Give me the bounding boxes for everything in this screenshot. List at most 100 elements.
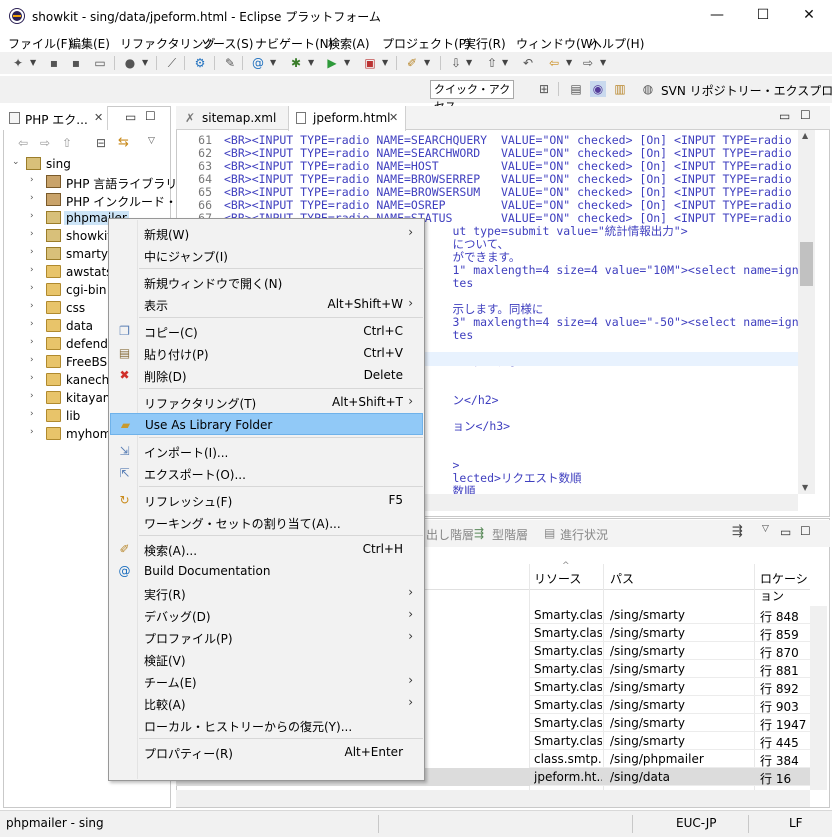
chevron-right-icon[interactable]: › [30, 211, 34, 221]
resource-perspective-icon[interactable]: ▥ [612, 81, 628, 97]
chevron-right-icon[interactable]: › [30, 427, 34, 437]
context-menu-item-26[interactable]: 比較(A) › [110, 692, 423, 714]
tab-call-hierarchy[interactable]: 出し階層 [426, 526, 474, 543]
chevron-right-icon[interactable]: › [30, 391, 34, 401]
prev-annotation-icon[interactable]: ⇧ [484, 55, 500, 71]
menu-edit[interactable]: 編集(E) [69, 35, 110, 52]
chevron-right-icon[interactable]: › [30, 373, 34, 383]
next-annotation-icon[interactable]: ⇩ [448, 55, 464, 71]
context-menu-item-0[interactable]: 新規(W) › [110, 222, 423, 244]
results-horizontal-scrollbar[interactable] [176, 790, 810, 807]
context-menu-item-24[interactable]: 検証(V) [110, 648, 423, 670]
chevron-down-icon[interactable]: ▼ [270, 55, 276, 71]
chevron-down-icon[interactable]: ▼ [802, 483, 808, 492]
chevron-right-icon[interactable]: › [30, 355, 34, 365]
minimize-view-icon[interactable]: ▭ [779, 109, 790, 123]
chevron-right-icon[interactable]: › [30, 175, 34, 185]
context-menu-item-14[interactable]: ⇱ エクスポート(O)... [110, 462, 423, 484]
tab-progress[interactable]: 進行状況 [560, 526, 608, 543]
chevron-down-icon[interactable]: ▼ [308, 55, 314, 71]
minimize-view-icon[interactable]: ▭ [780, 525, 791, 539]
menu-file[interactable]: ファイル(F) [8, 35, 72, 52]
close-icon[interactable]: ✕ [94, 111, 103, 124]
last-edit-icon[interactable]: ↶ [520, 55, 536, 71]
chevron-up-icon[interactable]: ▲ [802, 131, 808, 140]
back-icon[interactable]: ⇦ [18, 136, 28, 150]
view-menu-icon[interactable]: ▽ [148, 136, 155, 146]
maximize-view-icon[interactable]: ☐ [800, 108, 811, 122]
menu-navigate[interactable]: ナビゲート(N) [255, 35, 333, 52]
tree-item-php-library[interactable]: › PHP 言語ライブラリー [8, 173, 189, 191]
tab-jpeform-html[interactable]: jpeform.html ✕ [288, 106, 406, 131]
status-encoding[interactable]: EUC-JP [676, 816, 717, 830]
chevron-right-icon[interactable]: › [30, 319, 34, 329]
chevron-right-icon[interactable]: › [30, 193, 34, 203]
context-menu-item-23[interactable]: プロファイル(P) › [110, 626, 423, 648]
close-button[interactable]: ✕ [786, 0, 832, 32]
svn-icon[interactable]: ◍ [640, 81, 656, 97]
context-menu-item-29[interactable]: プロパティー(R) Alt+Enter [110, 741, 423, 763]
context-menu-item-3[interactable]: 新規ウィンドウで開く(N) [110, 271, 423, 293]
context-menu-item-10[interactable]: リファクタリング(T) Alt+Shift+T › [110, 391, 423, 413]
chevron-right-icon[interactable]: › [30, 247, 34, 257]
context-menu-item-7[interactable]: ▤ 貼り付け(P) Ctrl+V [110, 342, 423, 364]
external-tools-icon[interactable]: ▣ [362, 55, 378, 71]
view-menu-icon[interactable]: ▽ [762, 524, 769, 534]
menu-window[interactable]: ウィンドウ(W) [516, 35, 597, 52]
tab-type-hierarchy[interactable]: 型階層 [492, 526, 528, 543]
chevron-down-icon[interactable]: ▼ [466, 55, 472, 71]
toggle-breakpoint-icon[interactable]: ⟋ [164, 55, 180, 71]
chevron-down-icon[interactable]: ▼ [600, 55, 606, 71]
back-icon[interactable]: ⇦ [546, 55, 562, 71]
collapse-all-icon[interactable]: ⊟ [96, 136, 106, 150]
minimize-button[interactable]: — [694, 0, 740, 32]
chevron-down-icon[interactable]: ▼ [30, 55, 36, 71]
maximize-view-icon[interactable]: ☐ [145, 109, 156, 123]
chevron-down-icon[interactable]: ⌄ [12, 157, 20, 167]
maximize-button[interactable]: ☐ [740, 0, 786, 32]
column-location[interactable]: ロケーション [760, 570, 810, 604]
column-resource[interactable]: リソース [534, 570, 581, 587]
chevron-down-icon[interactable]: ▼ [424, 55, 430, 71]
save-icon[interactable]: ▪ [46, 55, 62, 71]
chevron-right-icon[interactable]: › [30, 337, 34, 347]
context-menu-item-1[interactable]: 中にジャンプ(I) [110, 244, 423, 266]
pen-icon[interactable]: ✎ [222, 55, 238, 71]
context-menu-item-27[interactable]: ローカル・ヒストリーからの復元(Y)... [110, 714, 423, 736]
chevron-right-icon[interactable]: › [30, 283, 34, 293]
php-perspective-icon[interactable]: ▤ [568, 81, 584, 97]
up-icon[interactable]: ⇧ [62, 136, 72, 150]
chevron-right-icon[interactable]: › [30, 301, 34, 311]
run-icon[interactable]: ▶ [324, 55, 340, 71]
tree-item-php-include-path[interactable]: › PHP インクルード・パス [8, 191, 201, 209]
quick-access-field[interactable]: クイック・アクセス [430, 80, 514, 113]
at-icon[interactable]: @ [250, 55, 266, 71]
forward-icon[interactable]: ⇨ [40, 136, 50, 150]
chevron-right-icon[interactable]: › [30, 229, 34, 239]
close-icon[interactable]: ✕ [389, 106, 398, 130]
svn-perspective-label[interactable]: SVN リポジトリー・エクスプローラー [661, 82, 832, 99]
context-menu-item-21[interactable]: 実行(R) › [110, 582, 423, 604]
maximize-view-icon[interactable]: ☐ [800, 524, 811, 538]
status-line-delimiter[interactable]: LF [789, 816, 803, 830]
new-icon[interactable]: ✦ [10, 55, 26, 71]
context-menu-item-19[interactable]: ✐ 検索(A)... Ctrl+H [110, 538, 423, 560]
tree-item-sing[interactable]: ⌄ sing [8, 155, 176, 173]
results-vertical-scrollbar[interactable] [810, 606, 827, 790]
menu-source[interactable]: ソース(S) [201, 35, 253, 52]
tab-sitemap-xml[interactable]: ✗ sitemap.xml [178, 106, 286, 130]
search-tool-icon[interactable]: ✐ [404, 55, 420, 71]
column-path[interactable]: パス [610, 570, 634, 587]
context-menu-item-6[interactable]: ❐ コピー(C) Ctrl+C [110, 320, 423, 342]
editor-scroll-thumb[interactable] [800, 242, 813, 286]
context-menu-item-build-documentation[interactable]: @ Build Documentation [110, 560, 423, 582]
debug-perspective-icon[interactable]: ◉ [590, 81, 606, 97]
user-icon[interactable]: ● [122, 55, 138, 71]
chevron-down-icon[interactable]: ▼ [344, 55, 350, 71]
context-menu-item-use-as-library-folder[interactable]: ▰ Use As Library Folder [110, 413, 423, 435]
menu-project[interactable]: プロジェクト(P) [382, 35, 471, 52]
debug-icon[interactable]: ✱ [288, 55, 304, 71]
pin-icon[interactable]: ⇶ [732, 524, 743, 539]
context-menu-item-13[interactable]: ⇲ インポート(I)... [110, 440, 423, 462]
open-perspective-icon[interactable]: ⊞ [536, 81, 552, 97]
